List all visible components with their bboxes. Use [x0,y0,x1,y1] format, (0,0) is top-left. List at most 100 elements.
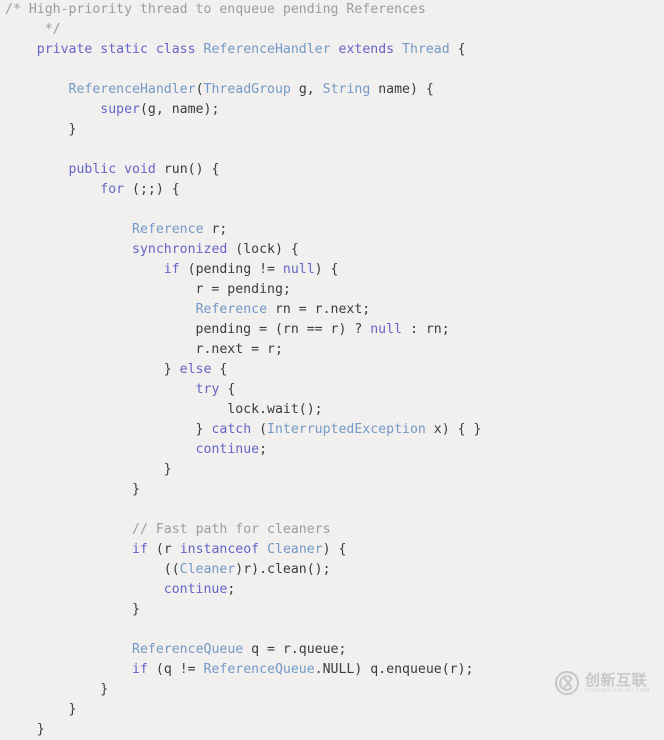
code-token-type: Cleaner [179,562,236,577]
code-line: if (q != ReferenceQueue.NULL) q.enqueue(… [0,660,664,680]
code-line: super(g, name); [0,100,664,120]
code-token-plain: ; [227,582,236,597]
code-token-plain: run() { [155,162,220,177]
code-token-plain: ) { [314,262,339,277]
code-line: ((Cleaner)r).clean(); [0,560,664,580]
code-token-type: String [322,82,371,97]
code-token-plain: )r).clean(); [235,562,331,577]
code-token-plain: name) { [370,82,434,97]
code-lines: /* High-priority thread to enqueue pendi… [0,0,664,740]
code-token-kw: null [282,262,315,277]
code-token-plain: (q != [147,662,204,677]
code-token-type: ThreadGroup [203,82,291,97]
code-token-plain: (;;) { [124,182,180,197]
code-line: /* High-priority thread to enqueue pendi… [0,0,664,20]
code-token-plain: (( [5,562,180,577]
code-token-kw: catch [211,422,252,437]
code-token-plain: q = r.queue; [243,642,347,657]
code-token-kw: continue [163,582,228,597]
code-line: ReferenceQueue q = r.queue; [0,640,664,660]
code-line: } [0,700,664,720]
code-token-plain: } [5,702,77,717]
code-line: } catch (InterruptedException x) { } [0,420,664,440]
code-token-plain: } [5,682,109,697]
code-line: } [0,480,664,500]
code-token-plain: ; [259,442,268,457]
code-line: continue; [0,580,664,600]
code-token-type: InterruptedException [267,422,426,437]
code-token-kw: for [100,182,125,197]
code-token-kw: if [132,662,148,677]
code-token-type: ReferenceQueue [203,662,315,677]
code-token-type: Cleaner [267,542,323,557]
code-token-plain: ) { [322,542,347,557]
code-line: // Fast path for cleaners [0,520,664,540]
code-token-type: ReferenceHandler [68,82,196,97]
code-line: continue; [0,440,664,460]
code-line: for (;;) { [0,180,664,200]
code-line: } [0,600,664,620]
code-token-type: Reference [195,302,268,317]
code-line: } [0,720,664,740]
code-token-kw: if [163,262,180,277]
code-token-kw: extends [338,42,395,57]
code-token-kw: public void [68,162,156,177]
code-token-comment: // Fast path for cleaners [132,522,331,537]
code-token-plain: rn = r.next; [267,302,371,317]
code-token-kw: else [179,362,212,377]
code-token-plain: r; [203,222,228,237]
code-line: public void run() { [0,160,664,180]
code-token-type: ReferenceHandler [203,42,331,57]
code-token-kw: try [195,382,220,397]
code-token-plain: } [5,422,212,437]
code-token-plain: ( [251,422,268,437]
code-token-plain: { [449,42,466,57]
code-token-plain: : rn; [402,322,450,337]
code-line: pending = (rn == r) ? null : rn; [0,320,664,340]
code-line: r = pending; [0,280,664,300]
code-line: Reference rn = r.next; [0,300,664,320]
code-token-comment: /* High-priority thread to enqueue pendi… [5,2,426,17]
code-token-plain: g, [290,82,323,97]
code-token-kw: if [132,542,148,557]
code-token-plain: lock.wait(); [5,402,323,417]
code-token-type: Reference [132,222,204,237]
code-line: } [0,680,664,700]
code-token-plain: (g, name); [139,102,220,117]
code-token-type: Thread [402,42,450,57]
code-token-plain: } [5,362,180,377]
code-token-kw: super [100,102,140,117]
code-line: private static class ReferenceHandler ex… [0,40,664,60]
code-line: } else { [0,360,664,380]
code-token-plain: } [5,122,77,137]
code-line: } [0,460,664,480]
code-line: } [0,120,664,140]
code-token-plain: (r [147,542,180,557]
code-viewer: /* High-priority thread to enqueue pendi… [0,0,664,737]
code-line: if (r instanceof Cleaner) { [0,540,664,560]
code-token-plain: pending = (rn == r) ? [5,322,371,337]
code-line: lock.wait(); [0,400,664,420]
code-line: */ [0,20,664,40]
code-token-plain: ( [195,82,204,97]
